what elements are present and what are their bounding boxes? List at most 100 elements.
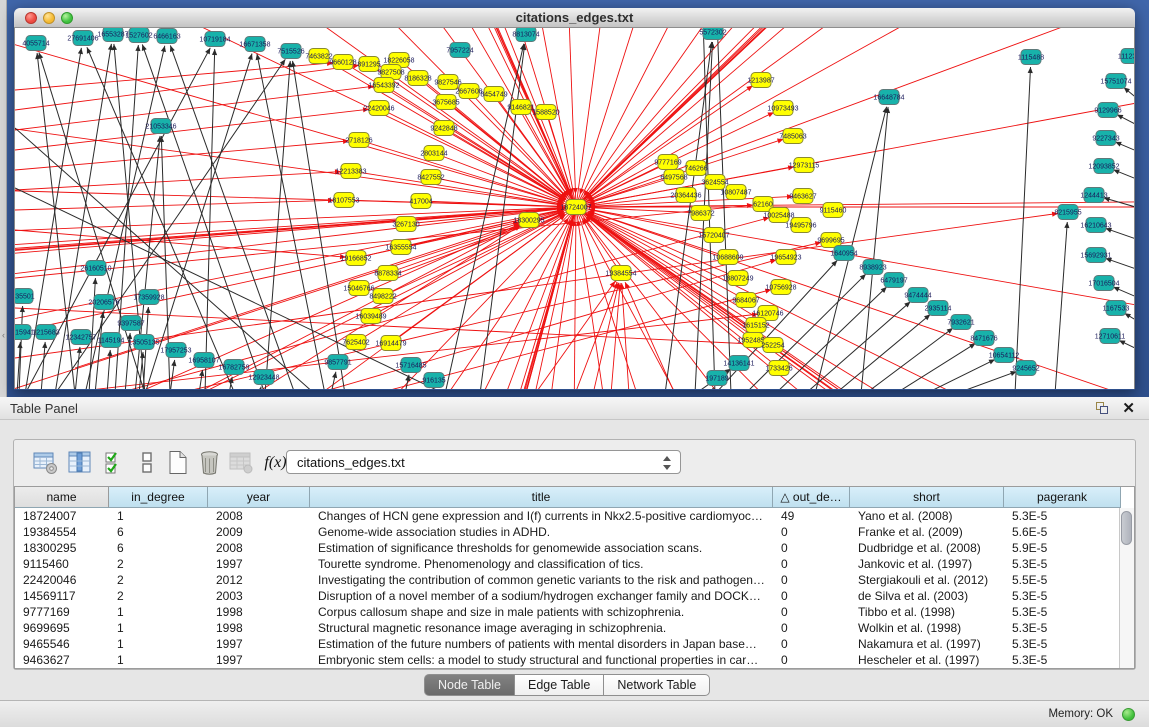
clear-selection-icon[interactable]	[134, 449, 161, 476]
graph-node[interactable]: 16648784	[873, 90, 904, 105]
graph-node[interactable]: 15692931	[1080, 248, 1111, 263]
graph-node[interactable]: 9463627	[789, 189, 816, 204]
table-row[interactable]: 946554611997Estimation of the future num…	[15, 636, 1134, 652]
graph-node[interactable]: 1167533	[1103, 301, 1130, 316]
graph-node[interactable]: 9146821	[507, 100, 534, 115]
graph-node[interactable]: 1115488	[1018, 50, 1044, 65]
table-row[interactable]: 1938455462009Genome-wide association stu…	[15, 524, 1134, 540]
column-header-out_de[interactable]: △ out_de…	[773, 487, 850, 508]
graph-node[interactable]: 417004	[409, 194, 432, 209]
graph-node[interactable]: 9857791	[324, 355, 351, 370]
graph-node[interactable]: 19495796	[785, 218, 816, 233]
graph-node[interactable]: 5572302	[699, 28, 726, 40]
collapse-panel-icon[interactable]: ‹	[0, 330, 7, 340]
table-row[interactable]: 946362711997Embryonic stem cells: a mode…	[15, 652, 1134, 668]
graph-node[interactable]: 14136141	[723, 356, 754, 371]
graph-node[interactable]: 17957253	[160, 343, 191, 358]
graph-node[interactable]: 8878334	[374, 266, 401, 281]
graph-node[interactable]: 935501	[15, 289, 35, 304]
graph-node[interactable]: 7932621	[947, 315, 974, 330]
column-header-name[interactable]: name	[15, 487, 109, 508]
graph-node[interactable]: 9684067	[732, 293, 759, 308]
graph-node[interactable]: 18107553	[328, 193, 359, 208]
column-header-pagerank[interactable]: pagerank	[1004, 487, 1121, 508]
graph-node[interactable]: 8215955	[1054, 205, 1081, 220]
graph-node[interactable]: 197189	[705, 371, 728, 386]
graph-node[interactable]: 8454749	[480, 87, 507, 102]
tab-network-table[interactable]: Network Table	[603, 674, 710, 696]
graph-node[interactable]: 8498222	[369, 289, 396, 304]
graph-node[interactable]: 1588520	[532, 105, 559, 120]
graph-node[interactable]: 6497568	[660, 170, 687, 185]
column-visibility-icon[interactable]	[66, 449, 93, 476]
new-table-icon[interactable]	[164, 449, 191, 476]
graph-node[interactable]: 10719184	[199, 32, 230, 47]
graph-node[interactable]: 916135	[422, 373, 445, 388]
graph-node[interactable]: 2935114	[925, 301, 952, 316]
table-row[interactable]: 1830029562008Estimation of significance …	[15, 540, 1134, 556]
graph-node[interactable]: 1112304	[1118, 49, 1135, 64]
float-panel-icon[interactable]	[1096, 402, 1109, 415]
graph-node[interactable]: 15716485	[395, 358, 426, 373]
graph-node[interactable]: 1733426	[765, 361, 792, 376]
close-panel-icon[interactable]: ✕	[1122, 399, 1135, 417]
table-scrollbar-thumb[interactable]	[1121, 511, 1132, 545]
graph-node[interactable]: 8471676	[970, 331, 997, 346]
graph-node[interactable]: 1244413	[1080, 188, 1107, 203]
graph-node[interactable]: 1527602	[125, 28, 152, 43]
graph-node[interactable]: 2718126	[345, 133, 372, 148]
graph-node[interactable]: 9115460	[820, 203, 847, 218]
table-row[interactable]: 1456911722003Disruption of a novel membe…	[15, 588, 1134, 604]
graph-node[interactable]: 9129966	[1094, 103, 1121, 118]
graph-node[interactable]: 16039489	[355, 309, 386, 324]
graph-node[interactable]: 8186328	[404, 71, 431, 86]
graph-node[interactable]: 21053346	[145, 119, 176, 134]
graph-node[interactable]: 9777169	[654, 155, 681, 170]
graph-node[interactable]: 16355554	[385, 240, 416, 255]
graph-node[interactable]: 15751074	[1100, 74, 1131, 89]
column-header-title[interactable]: title	[310, 487, 773, 508]
network-canvas[interactable]: 1872400718300295193845549777169746266649…	[14, 28, 1135, 389]
graph-node[interactable]: 7625402	[342, 335, 369, 350]
graph-node[interactable]: 12973115	[789, 158, 820, 173]
tab-node-table[interactable]: Node Table	[424, 674, 515, 696]
table-row[interactable]: 911546021997Tourette syndrome. Phenomeno…	[15, 556, 1134, 572]
column-header-year[interactable]: year	[208, 487, 310, 508]
graph-node[interactable]: 2667608	[455, 84, 482, 99]
graph-node[interactable]: 7957224	[446, 43, 473, 58]
graph-node[interactable]: 20364436	[670, 188, 701, 203]
graph-node[interactable]: 2803144	[420, 146, 447, 161]
graph-node[interactable]: 13505135	[128, 335, 159, 350]
graph-node[interactable]: 10688609	[712, 250, 743, 265]
graph-node[interactable]: 3267130	[392, 217, 419, 232]
network-window-titlebar[interactable]: citations_edges.txt	[14, 8, 1135, 28]
graph-node[interactable]: 16553287	[97, 28, 128, 42]
table-settings-icon[interactable]	[32, 449, 59, 476]
graph-node[interactable]: 3624554	[701, 175, 728, 190]
graph-node[interactable]: 1213987	[747, 73, 774, 88]
graph-node[interactable]: 3915941	[15, 325, 35, 340]
graph-node[interactable]: 19384554	[605, 266, 636, 281]
table-scrollbar[interactable]	[1119, 508, 1134, 668]
graph-node[interactable]: 16671358	[239, 37, 270, 52]
graph-node[interactable]: 6479197	[880, 273, 907, 288]
graph-node[interactable]: 17359928	[133, 290, 164, 305]
graph-node[interactable]: 252254	[761, 338, 784, 353]
graph-node[interactable]: 16958107	[188, 353, 219, 368]
graph-node[interactable]: 8938923	[859, 260, 886, 275]
table-select-dropdown[interactable]: citations_edges.txt	[286, 450, 681, 474]
column-header-in_degree[interactable]: in_degree	[109, 487, 208, 508]
graph-node[interactable]: 12213383	[335, 164, 366, 179]
tab-edge-table[interactable]: Edge Table	[514, 674, 604, 696]
column-header-short[interactable]: short	[850, 487, 1004, 508]
graph-node[interactable]: 9227343	[1092, 131, 1119, 146]
graph-node[interactable]: 4055714	[22, 36, 49, 51]
graph-node[interactable]: 746266	[684, 161, 707, 176]
graph-node[interactable]: 9245652	[1012, 361, 1039, 376]
graph-node[interactable]: 1145194	[98, 333, 125, 348]
graph-node[interactable]: 8813074	[512, 28, 539, 42]
graph-node[interactable]: 16210643	[1080, 218, 1111, 233]
graph-node[interactable]: 9474444	[904, 288, 931, 303]
table-row[interactable]: 2242004622012Investigating the contribut…	[15, 572, 1134, 588]
graph-node[interactable]: 10756928	[765, 280, 796, 295]
